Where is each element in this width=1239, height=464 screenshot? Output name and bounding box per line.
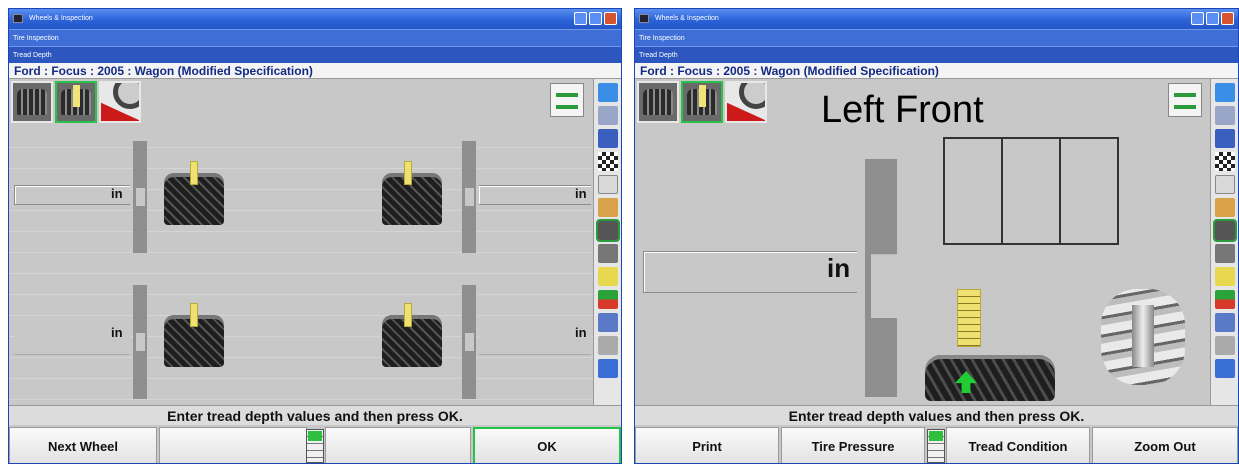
- tread-depth-window-left-front: Wheels & Inspection Tire Inspection Trea…: [634, 8, 1239, 464]
- subsection-bar: Tread Depth: [635, 46, 1238, 63]
- view-toolbar: [637, 81, 767, 123]
- left-front-unit: in: [827, 253, 851, 283]
- tool-icon[interactable]: [597, 198, 618, 217]
- close-button[interactable]: [604, 12, 617, 25]
- window-title: Wheels & Inspection: [655, 15, 719, 22]
- tire-icon[interactable]: [595, 219, 620, 242]
- app-icon: [639, 14, 649, 23]
- function-button-2[interactable]: [159, 427, 307, 463]
- tread-view-button[interactable]: [637, 81, 679, 123]
- spec-icon[interactable]: [1214, 175, 1235, 194]
- tread-gauge-icon[interactable]: [1214, 267, 1235, 286]
- ok-button[interactable]: OK: [473, 427, 621, 463]
- swap-wheels-icon[interactable]: [550, 83, 584, 117]
- close-button[interactable]: [1221, 12, 1234, 25]
- rim-view-button[interactable]: [725, 81, 767, 123]
- front-right-ruler: [404, 161, 412, 185]
- tpms-icon[interactable]: [597, 313, 618, 332]
- front-right-gauge-bracket: [462, 141, 476, 253]
- wrench-icon[interactable]: [597, 106, 618, 125]
- minimize-button[interactable]: [1191, 12, 1204, 25]
- depth-gauge-bracket: [865, 159, 897, 397]
- right-tool-sidebar: [1210, 79, 1238, 405]
- tpms-icon[interactable]: [1214, 313, 1235, 332]
- rear-left-gauge-bracket: [133, 285, 147, 399]
- tread-gauge-icon[interactable]: [597, 267, 618, 286]
- tire-tread-image: [925, 355, 1055, 401]
- app-icon: [13, 14, 23, 23]
- checkered-flag-icon[interactable]: [597, 152, 618, 171]
- function-button-row: Print Tire Pressure Tread Condition Zoom…: [635, 425, 1238, 463]
- lift-icon[interactable]: [1214, 129, 1235, 148]
- rim-view-button[interactable]: [99, 81, 141, 123]
- minimize-button[interactable]: [574, 12, 587, 25]
- front-right-unit: in: [575, 186, 587, 201]
- spec-icon[interactable]: [597, 175, 618, 194]
- help-icon[interactable]: [1214, 83, 1235, 102]
- zoom-out-button[interactable]: Zoom Out: [1092, 427, 1238, 463]
- vehicle-spec-bar: Ford : Focus : 2005 : Wagon (Modified Sp…: [635, 63, 1238, 79]
- view-toolbar: [11, 81, 141, 123]
- progress-gauge: [306, 429, 324, 463]
- title-bar: Wheels & Inspection: [9, 9, 621, 29]
- tread-condition-button[interactable]: Tread Condition: [946, 427, 1090, 463]
- tread-depth-panel: in in in in: [9, 79, 593, 405]
- front-left-ruler: [190, 161, 198, 185]
- swap-wheels-icon[interactable]: [1168, 83, 1202, 117]
- pressure-icon[interactable]: [1214, 290, 1235, 309]
- tread-groove-grid: [943, 137, 1119, 245]
- maximize-button[interactable]: [1206, 12, 1219, 25]
- checkered-flag-icon[interactable]: [1214, 152, 1235, 171]
- rear-left-unit: in: [111, 325, 123, 340]
- tread-ruler-icon: [957, 289, 981, 347]
- rear-left-ruler: [190, 303, 198, 327]
- right-tool-sidebar: [593, 79, 621, 405]
- battery-icon[interactable]: [1214, 336, 1235, 355]
- lift-icon[interactable]: [597, 129, 618, 148]
- maximize-button[interactable]: [589, 12, 602, 25]
- front-left-unit: in: [111, 186, 123, 201]
- wheel-position-heading: Left Front: [821, 89, 984, 131]
- section-bar: Tire Inspection: [635, 29, 1238, 46]
- next-wheel-button[interactable]: Next Wheel: [9, 427, 157, 463]
- rear-right-ruler: [404, 303, 412, 327]
- window-title: Wheels & Inspection: [29, 15, 93, 22]
- title-bar: Wheels & Inspection: [635, 9, 1238, 29]
- section-bar: Tire Inspection: [9, 29, 621, 46]
- rear-right-gauge-bracket: [462, 285, 476, 399]
- rear-right-tire-image[interactable]: [382, 315, 442, 367]
- tread-view-button[interactable]: [11, 81, 53, 123]
- tire-pressure-button[interactable]: Tire Pressure: [781, 427, 925, 463]
- vehicle-spec-bar: Ford : Focus : 2005 : Wagon (Modified Sp…: [9, 63, 621, 79]
- strut-icon: [1132, 305, 1154, 367]
- tire-side-icon[interactable]: [597, 244, 618, 263]
- tread-depth-view-button[interactable]: [681, 81, 723, 123]
- instruction-text: Enter tread depth values and then press …: [635, 405, 1238, 425]
- front-right-tire-image[interactable]: [382, 173, 442, 225]
- car-icon[interactable]: [597, 359, 618, 378]
- tire-icon[interactable]: [1212, 219, 1237, 242]
- front-left-gauge-bracket: [133, 141, 147, 253]
- tread-depth-zoom-panel: Left Front in: [635, 79, 1210, 405]
- pressure-icon[interactable]: [597, 290, 618, 309]
- car-icon[interactable]: [1214, 359, 1235, 378]
- function-button-row: Next Wheel OK: [9, 425, 621, 463]
- progress-gauge: [927, 429, 945, 463]
- tread-depth-window-all-wheels: Wheels & Inspection Tire Inspection Trea…: [8, 8, 622, 464]
- left-front-depth-input[interactable]: [643, 251, 857, 293]
- help-icon[interactable]: [597, 83, 618, 102]
- rear-right-unit: in: [575, 325, 587, 340]
- function-button-3[interactable]: [325, 427, 471, 463]
- tool-icon[interactable]: [1214, 198, 1235, 217]
- instruction-text: Enter tread depth values and then press …: [9, 405, 621, 425]
- battery-icon[interactable]: [597, 336, 618, 355]
- tire-side-icon[interactable]: [1214, 244, 1235, 263]
- subsection-bar: Tread Depth: [9, 46, 621, 63]
- background-grid: [9, 127, 593, 405]
- wrench-icon[interactable]: [1214, 106, 1235, 125]
- print-button[interactable]: Print: [635, 427, 779, 463]
- tread-depth-view-button[interactable]: [55, 81, 97, 123]
